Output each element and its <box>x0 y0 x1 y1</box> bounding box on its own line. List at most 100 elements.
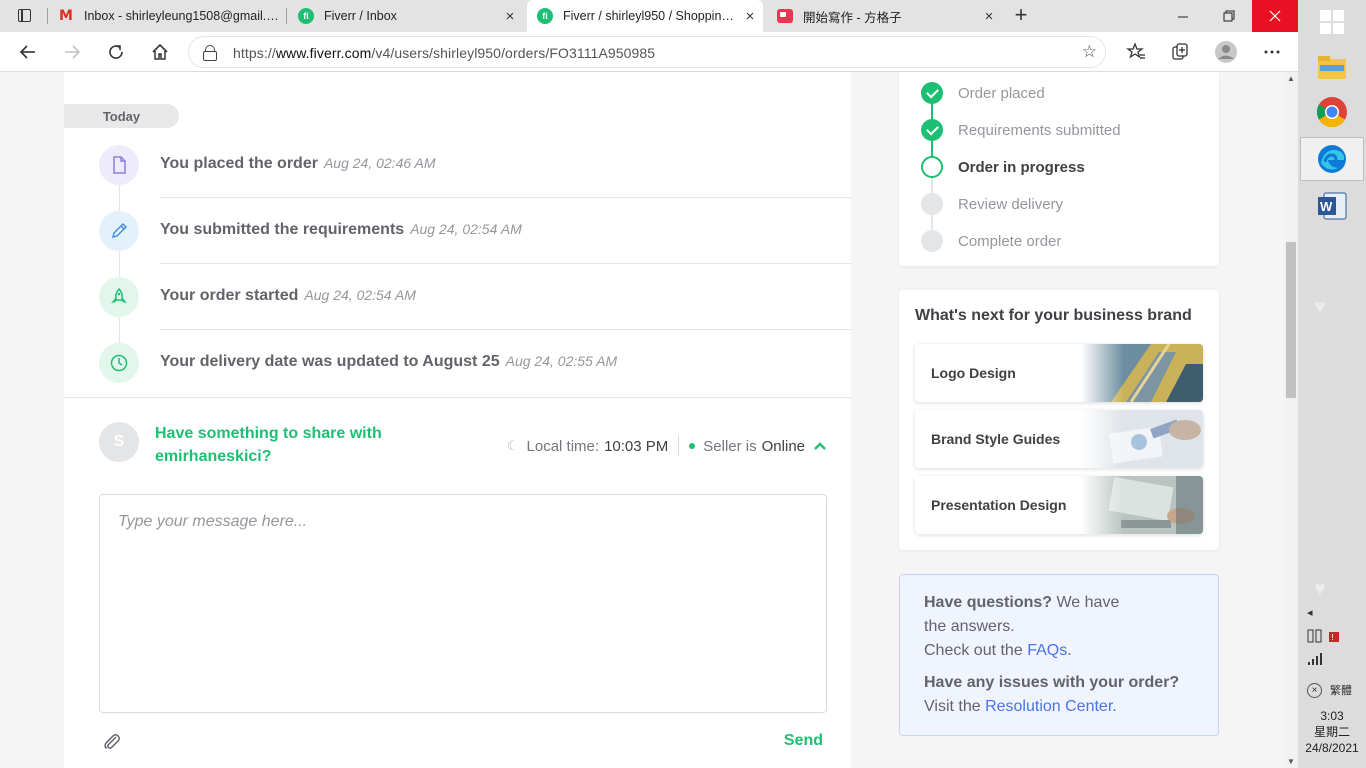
event-text: Your delivery date was updated to August… <box>160 353 618 370</box>
divider <box>678 436 680 456</box>
scroll-down-icon[interactable]: ▼ <box>1287 757 1295 766</box>
step-label: Order placed <box>958 84 1045 102</box>
seller-status-label: Seller is <box>703 437 757 455</box>
minimize-button[interactable] <box>1160 0 1206 32</box>
address-bar[interactable]: https://www.fiverr.com/v4/users/shirleyl… <box>188 36 1106 68</box>
whats-next-card: What's next for your business brand Logo… <box>899 290 1219 550</box>
start-button[interactable] <box>1300 0 1364 44</box>
timeline-event: Your order started Aug 24, 02:54 AM <box>64 264 851 330</box>
tray-expand-icon[interactable]: ◂ <box>1298 606 1366 619</box>
tab-vocus[interactable]: 開始寫作 - 方格子 × <box>767 0 1002 32</box>
paperclip-icon[interactable] <box>102 732 122 752</box>
resolution-center-link[interactable]: Resolution Center <box>985 698 1112 715</box>
check-icon <box>921 82 943 104</box>
back-icon[interactable] <box>14 38 42 66</box>
event-time: Aug 24, 02:54 AM <box>304 287 416 303</box>
tab-actions-icon[interactable] <box>8 6 32 26</box>
tab-label: Fiverr / shirleyl950 / Shopping / S <box>563 9 737 23</box>
timeline-event: Your delivery date was updated to August… <box>64 330 851 396</box>
order-progress-card: Order placed Requirements submitted Orde… <box>899 72 1219 266</box>
event-text: Your order started Aug 24, 02:54 AM <box>160 287 416 304</box>
close-window-button[interactable] <box>1252 0 1298 32</box>
tab-label: Fiverr / Inbox <box>324 9 397 23</box>
service-label: Logo Design <box>931 364 1016 381</box>
close-tab-icon[interactable]: × <box>737 8 763 25</box>
ime-close-icon: × <box>1307 682 1322 698</box>
windows-logo-icon <box>1320 10 1344 34</box>
more-menu-icon[interactable] <box>1258 38 1286 66</box>
collections-icon[interactable] <box>1166 38 1194 66</box>
url-text[interactable]: https://www.fiverr.com/v4/users/shirleyl… <box>233 45 655 61</box>
send-button[interactable]: Send <box>784 732 823 750</box>
tab-label: 開始寫作 - 方格子 <box>803 10 902 25</box>
service-card-logo-design[interactable]: Logo Design <box>915 344 1203 402</box>
step-requirements-submitted: Requirements submitted <box>921 118 1201 142</box>
message-input[interactable]: Type your message here... <box>99 494 827 713</box>
tray-icons[interactable]: ! <box>1298 628 1366 647</box>
pending-step-icon <box>921 230 943 252</box>
tab-divider <box>47 8 48 24</box>
edge-icon[interactable] <box>1300 137 1364 181</box>
page-scrollbar[interactable]: ▲ ▼ <box>1284 72 1298 768</box>
close-tab-icon[interactable]: × <box>497 8 523 25</box>
service-card-brand-style-guides[interactable]: Brand Style Guides <box>915 410 1203 468</box>
fiverr-icon: fi <box>298 8 314 24</box>
event-time: Aug 24, 02:46 AM <box>323 155 436 171</box>
service-label: Brand Style Guides <box>931 430 1061 447</box>
favorites-icon[interactable] <box>1122 38 1150 66</box>
timeline-event: You submitted the requirements Aug 24, 02… <box>64 198 851 264</box>
refresh-icon[interactable] <box>102 38 130 66</box>
clock-date: 24/8/2021 <box>1305 741 1359 755</box>
help-issues: Have any issues with your order? <box>924 674 1180 691</box>
browser-toolbar: https://www.fiverr.com/v4/users/shirleyl… <box>0 32 1298 72</box>
windows-taskbar: W ♥ ♥ ◂ ! × 繁體 3:03 星期二 24/8/2021 <box>1298 0 1366 768</box>
message-placeholder: Type your message here... <box>118 513 308 530</box>
new-tab-button[interactable]: + <box>1008 4 1034 28</box>
pending-step-icon <box>921 193 943 215</box>
add-favorite-icon[interactable]: ☆ <box>1082 42 1097 62</box>
step-label: Order in progress <box>958 158 1085 176</box>
clock-time: 3:03 <box>1320 709 1344 723</box>
scrollbar-thumb[interactable] <box>1286 242 1296 398</box>
clock-icon <box>99 343 139 383</box>
help-faqs: Check out the FAQs. <box>924 642 1072 659</box>
faqs-link[interactable]: FAQs <box>1027 642 1067 659</box>
gmail-icon: M <box>59 8 73 24</box>
step-label: Complete order <box>958 232 1062 250</box>
step-complete-order: Complete order <box>921 229 1201 253</box>
fiverr-icon: fi <box>537 8 553 24</box>
event-text: You submitted the requirements Aug 24, 02… <box>160 221 522 238</box>
input-method[interactable]: × 繁體 <box>1298 682 1366 698</box>
network-icon[interactable] <box>1298 652 1366 669</box>
close-tab-icon[interactable]: × <box>976 8 1002 25</box>
service-card-presentation-design[interactable]: Presentation Design <box>915 476 1203 534</box>
pencil-icon <box>99 211 139 251</box>
tab-fiverr-order[interactable]: fi Fiverr / shirleyl950 / Shopping / S × <box>527 0 763 32</box>
scroll-up-icon[interactable]: ▲ <box>1287 74 1295 83</box>
heart-icon: ♥ <box>1314 578 1326 600</box>
lock-icon[interactable] <box>203 45 217 61</box>
divider <box>64 397 851 398</box>
file-explorer-icon[interactable] <box>1300 45 1364 89</box>
help-resolution: Visit the Resolution Center. <box>924 698 1117 715</box>
tab-gmail-inbox[interactable]: M Inbox - shirleyleung1508@gmail.com <box>48 0 283 32</box>
service-thumbnail <box>1081 410 1203 468</box>
word-icon[interactable]: W <box>1300 184 1364 228</box>
system-clock[interactable]: 3:03 星期二 24/8/2021 <box>1298 708 1366 756</box>
restore-button[interactable] <box>1206 0 1252 32</box>
tab-fiverr-inbox[interactable]: fi Fiverr / Inbox × <box>288 0 523 32</box>
language-indicator: 繁體 <box>1330 685 1352 697</box>
online-dot-icon <box>689 443 696 449</box>
local-time-label: Local time: <box>526 437 600 455</box>
chevron-up-icon[interactable] <box>813 438 827 454</box>
check-icon <box>921 119 943 141</box>
home-icon[interactable] <box>146 38 174 66</box>
document-icon <box>99 145 139 185</box>
forward-icon[interactable] <box>58 38 86 66</box>
profile-avatar-icon[interactable] <box>1212 38 1240 66</box>
seller-status-bar: ☾ Local time: 10:03 PM Seller is Online <box>507 436 827 456</box>
step-label: Review delivery <box>958 195 1064 213</box>
chrome-icon[interactable] <box>1300 90 1364 134</box>
svg-text:W: W <box>1320 199 1333 214</box>
avatar: S <box>99 422 139 462</box>
